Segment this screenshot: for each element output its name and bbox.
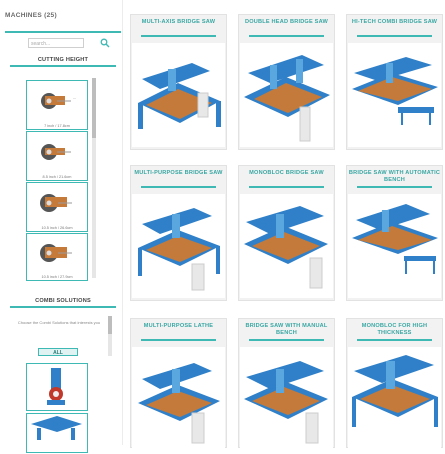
cutting-height-option[interactable]: 10.5 inch / 27.9cm [26, 233, 88, 281]
blade-diagram: — [41, 93, 76, 109]
card-divider [357, 186, 432, 188]
machine-grid: MULTI-AXIS BRIDGE SAW DOUBLE HEAD BRIDGE… [128, 0, 445, 449]
cutting-height-divider [10, 65, 116, 67]
combi-machine-image [47, 368, 65, 405]
machine-title: BRIDGE SAW WITH AUTOMATIC BENCH [348, 170, 441, 183]
machine-card[interactable]: MONOBLOC FOR HIGH THICKNESS [346, 318, 443, 449]
card-divider [141, 186, 216, 188]
sidebar-divider [122, 0, 123, 445]
blade-diagram [41, 144, 71, 160]
blade-diagram [40, 244, 72, 262]
machine-card[interactable]: BRIDGE SAW WITH MANUAL BENCH [238, 318, 335, 449]
combi-option[interactable] [26, 413, 88, 453]
machine-title: MULTI-PURPOSE BRIDGE SAW [134, 170, 223, 176]
thumb-caption: 8.5 inch / 21.6cm [42, 175, 72, 179]
cutting-height-option[interactable]: 10.5 inch / 26.6cm [26, 182, 88, 232]
combi-description: Choose the Combi Solutions that interest… [17, 320, 101, 325]
cutting-height-scrollbar[interactable] [92, 78, 96, 278]
machines-count-title: MACHINES (25) [5, 12, 57, 19]
machine-image [348, 347, 441, 449]
sidebar: MACHINES (25) search... CUTTING HEIGHT —… [0, 0, 122, 453]
combi-solutions-divider [10, 306, 116, 308]
thumb-caption: 7 inch / 17.8cm [44, 124, 70, 128]
scroll-thumb[interactable] [92, 78, 96, 138]
card-divider [249, 339, 324, 341]
combi-scrollbar[interactable] [108, 316, 112, 356]
machine-title: DOUBLE HEAD BRIDGE SAW [244, 19, 329, 25]
machine-card[interactable]: MONOBLOC BRIDGE SAW [238, 165, 335, 301]
machine-card[interactable]: MULTI-PURPOSE LATHE [130, 318, 227, 449]
thumb-caption: 10.5 inch / 27.9cm [41, 275, 73, 279]
card-divider [141, 339, 216, 341]
card-divider [141, 35, 216, 37]
machine-title: MULTI-AXIS BRIDGE SAW [141, 19, 216, 25]
machine-image [132, 43, 225, 147]
machine-title: HI-TECH COMBI BRIDGE SAW [351, 19, 438, 25]
all-button[interactable]: ALL [38, 348, 78, 356]
machine-image [348, 194, 441, 298]
machine-card[interactable]: BRIDGE SAW WITH AUTOMATIC BENCH [346, 165, 443, 301]
machine-title: MONOBLOC BRIDGE SAW [249, 170, 324, 176]
card-divider [357, 339, 432, 341]
machine-image [240, 347, 333, 449]
title-divider [5, 31, 121, 33]
machine-image [348, 43, 441, 147]
machine-image [132, 347, 225, 449]
machine-image [240, 194, 333, 298]
machine-title: BRIDGE SAW WITH MANUAL BENCH [245, 323, 328, 336]
machine-card[interactable]: MULTI-AXIS BRIDGE SAW [130, 14, 227, 150]
machine-image [132, 194, 225, 298]
svg-text:—: — [73, 96, 76, 100]
combi-option[interactable] [26, 363, 88, 411]
card-divider [249, 186, 324, 188]
cutting-height-option[interactable]: — 7 inch / 17.8cm [26, 80, 88, 130]
machine-card[interactable]: DOUBLE HEAD BRIDGE SAW [238, 14, 335, 150]
combi-machine-image [31, 416, 82, 440]
combi-solutions-header: COMBI SOLUTIONS [35, 298, 91, 304]
cutting-height-option[interactable]: 8.5 inch / 21.6cm [26, 131, 88, 181]
search-input[interactable]: search... [28, 38, 84, 48]
card-divider [357, 35, 432, 37]
blade-diagram [40, 194, 72, 212]
machine-image [240, 43, 333, 147]
machine-card[interactable]: MULTI-PURPOSE BRIDGE SAW [130, 165, 227, 301]
search-icon[interactable] [100, 38, 110, 48]
machine-title: MULTI-PURPOSE LATHE [143, 323, 214, 329]
card-divider [249, 35, 324, 37]
machine-title: MONOBLOC FOR HIGH THICKNESS [361, 323, 428, 336]
thumb-caption: 10.5 inch / 26.6cm [41, 226, 73, 230]
machine-card[interactable]: HI-TECH COMBI BRIDGE SAW [346, 14, 443, 150]
cutting-height-header: CUTTING HEIGHT [37, 57, 89, 63]
scroll-thumb[interactable] [108, 316, 112, 334]
